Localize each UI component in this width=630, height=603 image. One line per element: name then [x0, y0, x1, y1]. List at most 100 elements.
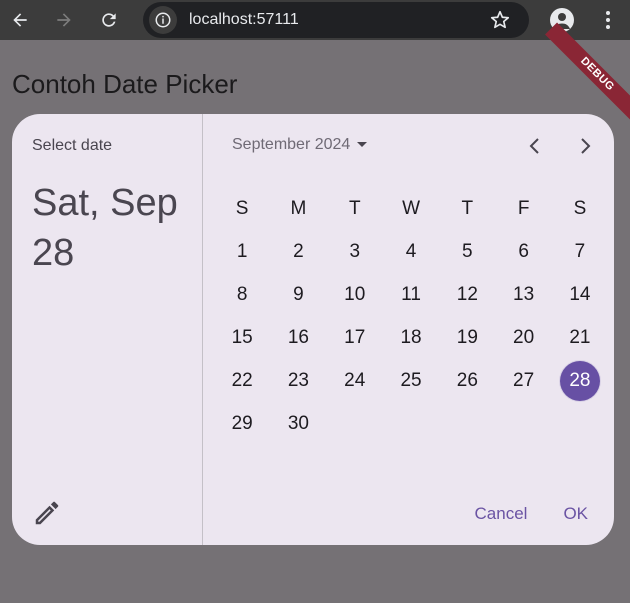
calendar-day[interactable]: 29 — [214, 404, 270, 444]
calendar-day[interactable]: 30 — [270, 404, 326, 444]
browser-toolbar: localhost:57111 — [0, 0, 630, 40]
day-number[interactable]: 26 — [447, 361, 487, 401]
weekday-label: S — [235, 198, 249, 219]
day-number[interactable]: 30 — [278, 404, 318, 444]
calendar-day[interactable]: 1 — [214, 232, 270, 272]
calendar-empty-cell — [552, 404, 608, 444]
info-icon[interactable] — [149, 6, 177, 34]
day-number[interactable]: 4 — [391, 232, 431, 272]
day-number[interactable]: 11 — [391, 275, 431, 315]
calendar-day[interactable]: 8 — [214, 275, 270, 315]
weekday-label: F — [517, 198, 530, 219]
day-number[interactable]: 20 — [504, 318, 544, 358]
day-number[interactable]: 27 — [504, 361, 544, 401]
calendar-day[interactable]: 12 — [439, 275, 495, 315]
day-number[interactable]: 5 — [447, 232, 487, 272]
calendar-empty-cell — [327, 404, 383, 444]
calendar-day[interactable]: 27 — [495, 361, 551, 401]
calendar-day[interactable]: 19 — [439, 318, 495, 358]
day-number[interactable]: 19 — [447, 318, 487, 358]
calendar-empty-cell — [383, 404, 439, 444]
calendar-day[interactable]: 22 — [214, 361, 270, 401]
calendar-day[interactable]: 2 — [270, 232, 326, 272]
more-icon[interactable] — [596, 8, 620, 37]
calendar-day[interactable]: 6 — [495, 232, 551, 272]
weekday-label: M — [290, 198, 307, 219]
day-number[interactable]: 1 — [222, 232, 262, 272]
next-month-button[interactable] — [573, 134, 597, 158]
chevron-right-icon — [581, 138, 591, 154]
day-number[interactable]: 18 — [391, 318, 431, 358]
forward-icon[interactable] — [52, 8, 76, 32]
weekday-header: S M T W T F S — [214, 189, 608, 229]
star-icon[interactable] — [489, 9, 511, 36]
calendar-day[interactable]: 9 — [270, 275, 326, 315]
calendar-day[interactable]: 10 — [327, 275, 383, 315]
calendar-day[interactable]: 24 — [327, 361, 383, 401]
edit-icon[interactable] — [32, 498, 62, 528]
weekday-label: T — [348, 198, 361, 219]
weekday-label: T — [461, 198, 474, 219]
day-number[interactable]: 16 — [278, 318, 318, 358]
calendar-day[interactable]: 21 — [552, 318, 608, 358]
calendar-day[interactable]: 23 — [270, 361, 326, 401]
day-number[interactable]: 15 — [222, 318, 262, 358]
day-number[interactable]: 24 — [335, 361, 375, 401]
day-number[interactable]: 21 — [560, 318, 600, 358]
month-year-selector[interactable]: September 2024 — [232, 136, 368, 154]
day-number[interactable]: 22 — [222, 361, 262, 401]
day-number[interactable]: 13 — [504, 275, 544, 315]
help-text: Select date — [32, 137, 113, 154]
calendar-day[interactable]: 26 — [439, 361, 495, 401]
day-number[interactable]: 10 — [335, 275, 375, 315]
day-number[interactable]: 8 — [222, 275, 262, 315]
day-number[interactable]: 17 — [335, 318, 375, 358]
calendar-day[interactable]: 11 — [383, 275, 439, 315]
day-number[interactable]: 7 — [560, 232, 600, 272]
calendar-day[interactable]: 28 — [552, 361, 608, 401]
calendar-day[interactable]: 3 — [327, 232, 383, 272]
calendar-week-row: 22 23 24 25 26 27 28 — [214, 361, 608, 401]
calendar-pane: September 2024 S M T W T F S 1 2 3 4 5 6 7 8 9 10… — [203, 114, 614, 545]
selected-day[interactable]: 28 — [559, 361, 600, 401]
date-picker-dialog: Select date Sat, Sep 28 September 2024 S… — [12, 114, 614, 545]
dialog-actions: Cancel OK — [475, 504, 588, 524]
day-number[interactable]: 29 — [222, 404, 262, 444]
calendar-day[interactable]: 4 — [383, 232, 439, 272]
reload-icon[interactable] — [97, 8, 121, 32]
day-number[interactable]: 23 — [278, 361, 318, 401]
address-bar[interactable]: localhost:57111 — [143, 2, 529, 38]
calendar-day[interactable]: 20 — [495, 318, 551, 358]
calendar-empty-cell — [439, 404, 495, 444]
url-text[interactable]: localhost:57111 — [189, 11, 299, 29]
day-number[interactable]: 25 — [391, 361, 431, 401]
weekday-label: W — [402, 198, 420, 219]
day-number[interactable]: 6 — [504, 232, 544, 272]
day-number[interactable]: 12 — [447, 275, 487, 315]
calendar-day[interactable]: 5 — [439, 232, 495, 272]
calendar-day[interactable]: 18 — [383, 318, 439, 358]
calendar-day[interactable]: 16 — [270, 318, 326, 358]
calendar-day[interactable]: 13 — [495, 275, 551, 315]
calendar-day[interactable]: 7 — [552, 232, 608, 272]
calendar-day[interactable]: 14 — [552, 275, 608, 315]
calendar-week-row: 15 16 17 18 19 20 21 — [214, 318, 608, 358]
month-year-label[interactable]: September 2024 — [232, 136, 350, 154]
day-number[interactable]: 3 — [335, 232, 375, 272]
chevron-left-icon — [529, 138, 539, 154]
app-bar-title: Contoh Date Picker — [12, 69, 238, 99]
calendar-week-row: 1234567 — [214, 232, 608, 272]
selected-date-headline: Sat, Sep 28 — [32, 182, 178, 274]
calendar-day[interactable]: 25 — [383, 361, 439, 401]
date-picker-header: Select date Sat, Sep 28 — [12, 114, 203, 545]
back-icon[interactable] — [8, 8, 32, 32]
calendar-day[interactable]: 17 — [327, 318, 383, 358]
ok-button[interactable]: OK — [563, 504, 588, 524]
day-number[interactable]: 2 — [278, 232, 318, 272]
day-number[interactable]: 14 — [560, 275, 600, 315]
calendar-empty-cell — [495, 404, 551, 444]
day-number[interactable]: 9 — [278, 275, 318, 315]
previous-month-button[interactable] — [523, 134, 547, 158]
cancel-button[interactable]: Cancel — [475, 504, 528, 524]
calendar-day[interactable]: 15 — [214, 318, 270, 358]
